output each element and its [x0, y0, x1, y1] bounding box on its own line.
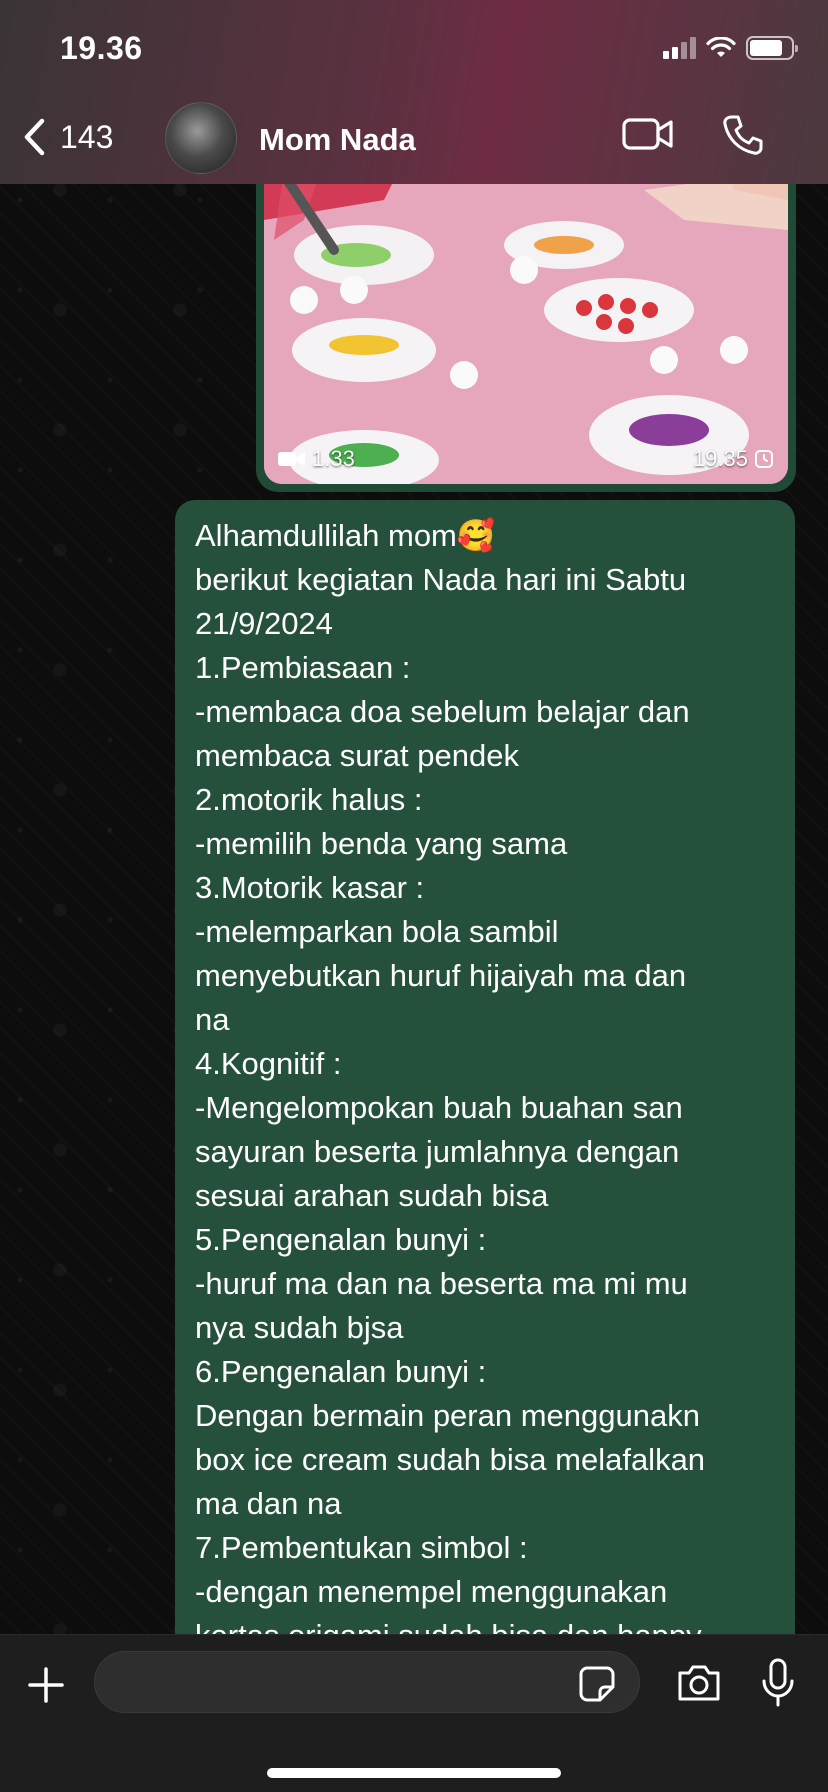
status-icons: [663, 36, 798, 60]
contact-name[interactable]: Mom Nada: [259, 122, 416, 158]
camera-icon[interactable]: [676, 1663, 722, 1703]
message-line: box ice cream sudah bisa melafalkan: [195, 1442, 706, 1477]
video-meta: 1.33 19.35: [278, 446, 774, 472]
message-line: -membaca doa sebelum belajar dan: [195, 694, 690, 729]
wifi-icon: [706, 37, 736, 57]
video-camera-icon[interactable]: [622, 116, 674, 152]
message-line: -dengan menempel menggunakan: [195, 1574, 668, 1609]
message-line: 1.Pembiasaan :: [195, 650, 411, 685]
worksheet-photo: [264, 160, 788, 484]
message-line: 6.Pengenalan bunyi :: [195, 1354, 487, 1389]
message-line: Dengan bermain peran menggunakn: [195, 1398, 700, 1433]
status-time: 19.36: [60, 30, 143, 66]
message-line: -huruf ma dan na beserta ma mi mu: [195, 1266, 688, 1301]
home-indicator: [267, 1768, 561, 1778]
video-timestamp: 19.35: [693, 446, 774, 472]
message-input[interactable]: [94, 1651, 640, 1713]
message-line: 5.Pengenalan bunyi :: [195, 1222, 487, 1257]
text-message[interactable]: Alhamdullilah mom🥰 berikut kegiatan Nada …: [175, 500, 795, 1660]
message-line: 2.motorik halus :: [195, 782, 423, 817]
video-timestamp-text: 19.35: [692, 446, 748, 471]
message-line: berikut kegiatan Nada hari ini Sabtu: [195, 562, 687, 597]
message-line: 7.Pembentukan simbol :: [195, 1530, 528, 1565]
sticker-icon[interactable]: [578, 1665, 616, 1703]
video-thumbnail[interactable]: 1.33 19.35: [264, 160, 788, 484]
message-line: nya sudah bjsa: [195, 1310, 404, 1345]
phone-icon[interactable]: [722, 114, 764, 156]
message-composer: [0, 1634, 828, 1792]
chevron-left-icon: [24, 118, 45, 156]
video-icon: [278, 452, 305, 466]
message-line: Alhamdullilah mom🥰: [195, 518, 496, 553]
plus-icon[interactable]: [26, 1665, 66, 1705]
message-body: Alhamdullilah mom🥰 berikut kegiatan Nada …: [195, 514, 775, 1658]
message-line: 4.Kognitif :: [195, 1046, 342, 1081]
chat-header: 19.36 143 Mom Nada: [0, 0, 828, 184]
video-duration-text: 1.33: [312, 446, 355, 471]
battery-icon: [746, 36, 798, 60]
message-line: -Mengelompokan buah buahan san: [195, 1090, 683, 1125]
video-message[interactable]: 1.33 19.35: [256, 160, 796, 492]
back-button[interactable]: 143: [22, 118, 113, 156]
unread-count: 143: [60, 118, 114, 155]
message-line: sayuran beserta jumlahnya dengan: [195, 1134, 680, 1169]
message-line: sesuai arahan sudah bisa: [195, 1178, 549, 1213]
clock-icon: [755, 450, 773, 468]
message-line: 21/9/2024: [195, 606, 333, 641]
message-line: 3.Motorik kasar :: [195, 870, 425, 905]
message-line: membaca surat pendek: [195, 738, 519, 773]
message-line: menyebutkan huruf hijaiyah ma dan: [195, 958, 687, 993]
avatar[interactable]: [165, 102, 237, 174]
video-duration: 1.33: [278, 446, 355, 472]
signal-icon: [663, 37, 696, 59]
message-line: -memilih benda yang sama: [195, 826, 568, 861]
message-line: na: [195, 1002, 230, 1037]
battery-level: [750, 40, 782, 56]
message-line: -melemparkan bola sambil: [195, 914, 559, 949]
microphone-icon[interactable]: [760, 1657, 796, 1709]
message-line: ma dan na: [195, 1486, 342, 1521]
